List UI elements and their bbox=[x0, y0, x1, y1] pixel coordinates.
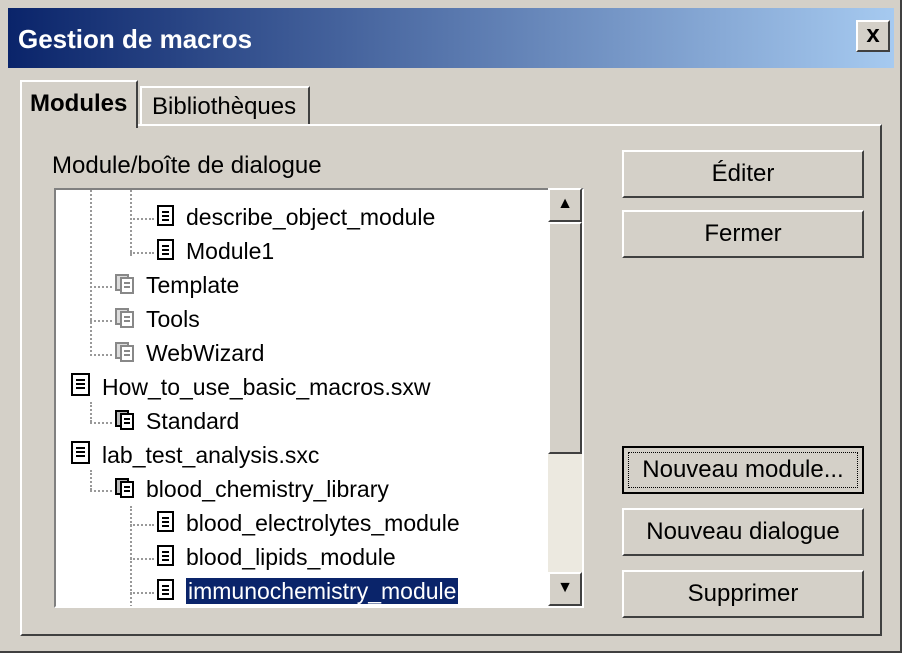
tree-item-label: blood_chemistry_library bbox=[146, 476, 389, 502]
tab-libraries[interactable]: Bibliothèques bbox=[140, 86, 310, 126]
scroll-up-icon[interactable]: ▲ bbox=[548, 188, 582, 222]
tree-item-label: immunochemistry_module bbox=[186, 578, 459, 604]
library-icon bbox=[114, 270, 136, 304]
tree-guide bbox=[130, 190, 132, 256]
document-icon bbox=[70, 372, 92, 406]
tree-item-document[interactable]: lab_test_analysis.sxc bbox=[70, 438, 319, 472]
tab-modules[interactable]: Modules bbox=[20, 80, 138, 128]
tree-item-library[interactable]: Tools bbox=[114, 302, 200, 336]
dialog-title: Gestion de macros bbox=[18, 24, 253, 54]
tree-item-module[interactable]: blood_electrolytes_module bbox=[156, 506, 460, 540]
tree-item-module[interactable]: blood_lipids_module bbox=[156, 540, 396, 574]
tree-scrollbar[interactable]: ▲ ▼ bbox=[548, 188, 582, 606]
module-tree[interactable]: describe_object_module Module1 Template … bbox=[54, 188, 584, 608]
tree-guide bbox=[90, 354, 112, 356]
module-icon bbox=[156, 202, 176, 236]
tree-guide bbox=[130, 252, 154, 254]
macro-manager-dialog: Gestion de macros x Modules Bibliothèque… bbox=[0, 0, 902, 653]
tree-item-library[interactable]: Template bbox=[114, 268, 239, 302]
tree-item-document[interactable]: How_to_use_basic_macros.sxw bbox=[70, 370, 431, 404]
title-bar[interactable]: Gestion de macros x bbox=[8, 8, 894, 68]
tree-item-label: WebWizard bbox=[146, 340, 265, 366]
module-icon bbox=[156, 542, 176, 576]
tree-item-module-selected[interactable]: immunochemistry_module bbox=[156, 574, 459, 606]
scroll-down-icon[interactable]: ▼ bbox=[548, 572, 582, 606]
library-icon bbox=[114, 304, 136, 338]
library-icon bbox=[114, 406, 136, 440]
library-icon bbox=[114, 338, 136, 372]
tree-guide bbox=[130, 592, 154, 594]
module-icon bbox=[156, 508, 176, 542]
tree-item-label: blood_electrolytes_module bbox=[186, 510, 460, 536]
tree-item-label: Template bbox=[146, 272, 240, 298]
tree-item-label: Standard bbox=[146, 408, 240, 434]
tree-item-library[interactable]: WebWizard bbox=[114, 336, 264, 370]
new-dialog-button[interactable]: Nouveau dialogue bbox=[622, 508, 864, 556]
tree-guide bbox=[130, 558, 154, 560]
tree-item-module[interactable]: describe_object_module bbox=[156, 200, 435, 234]
module-icon bbox=[156, 576, 176, 606]
tree-item-label: Tools bbox=[146, 306, 200, 332]
tree-guide bbox=[90, 320, 112, 322]
tree-guide bbox=[90, 286, 112, 288]
tree-guide bbox=[130, 524, 154, 526]
tree-guide bbox=[130, 218, 154, 220]
tree-label: Module/boîte de dialogue bbox=[52, 152, 322, 179]
tree-item-library[interactable]: blood_chemistry_library bbox=[114, 472, 389, 506]
tree-item-label: blood_lipids_module bbox=[186, 544, 396, 570]
document-icon bbox=[70, 440, 92, 474]
tree-item-label: lab_test_analysis.sxc bbox=[102, 442, 320, 468]
library-icon bbox=[114, 474, 136, 508]
module-icon bbox=[156, 236, 176, 270]
delete-button[interactable]: Supprimer bbox=[622, 570, 864, 618]
tree-item-module[interactable]: Module1 bbox=[156, 234, 274, 268]
tree-guide bbox=[90, 190, 92, 356]
tree-guide bbox=[90, 490, 112, 492]
close-button[interactable]: Fermer bbox=[622, 210, 864, 258]
tree-guide bbox=[90, 422, 112, 424]
edit-button[interactable]: Éditer bbox=[622, 150, 864, 198]
tree-item-label: describe_object_module bbox=[186, 204, 436, 230]
tree-item-label: How_to_use_basic_macros.sxw bbox=[102, 374, 431, 400]
tree-item-label: Module1 bbox=[186, 238, 275, 264]
scrollbar-thumb[interactable] bbox=[548, 222, 582, 454]
new-module-button[interactable]: Nouveau module... bbox=[622, 446, 864, 494]
close-icon[interactable]: x bbox=[856, 20, 890, 52]
tree-item-library[interactable]: Standard bbox=[114, 404, 239, 438]
